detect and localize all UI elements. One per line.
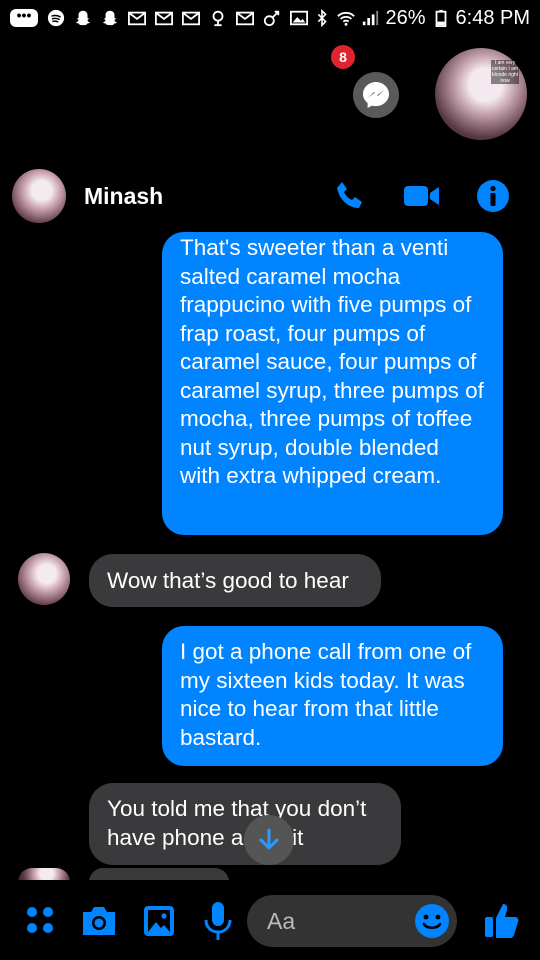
chat-head-caption: I am very certain I am blonde right now xyxy=(491,60,519,84)
bluetooth-icon xyxy=(313,9,331,27)
mail-icon xyxy=(155,9,173,27)
camera-button[interactable] xyxy=(78,900,120,942)
messenger-icon xyxy=(363,82,389,108)
info-button[interactable] xyxy=(476,179,510,213)
snapchat-icon xyxy=(101,9,119,27)
status-bar: ••• 26% 6:48 PM xyxy=(0,0,540,36)
unread-badge: 8 xyxy=(331,45,355,69)
message-bubble-incoming[interactable]: You told me that you don’t have phone a … xyxy=(89,783,401,865)
camera-icon xyxy=(83,907,115,935)
contact-name[interactable]: Minash xyxy=(84,183,163,210)
snapchat-icon xyxy=(74,9,92,27)
four-dots-icon xyxy=(27,907,53,933)
mail-icon xyxy=(236,9,254,27)
signal-icon xyxy=(361,9,379,27)
video-call-button[interactable] xyxy=(402,181,442,211)
header-actions xyxy=(334,179,510,213)
contact-chat-head[interactable]: I am very certain I am blonde right now xyxy=(435,48,527,140)
notification-icons: ••• xyxy=(10,8,308,27)
gmail-icon xyxy=(128,9,146,27)
wifi-icon xyxy=(337,9,356,27)
arrow-down-icon xyxy=(259,828,279,850)
message-text: That's sweeter than a venti salted caram… xyxy=(180,235,484,488)
message-input[interactable] xyxy=(267,907,407,935)
info-icon xyxy=(477,180,509,212)
spotify-icon xyxy=(47,9,65,27)
link-icon xyxy=(263,9,281,27)
more-notifications-icon: ••• xyxy=(10,8,38,27)
messenger-chat-head[interactable] xyxy=(353,72,399,118)
gallery-button[interactable] xyxy=(138,900,180,942)
system-status: 26% 6:48 PM xyxy=(313,7,530,30)
image-icon xyxy=(144,906,174,936)
clock-time: 6:48 PM xyxy=(455,6,530,29)
sender-avatar[interactable] xyxy=(18,553,70,605)
thumbs-up-icon xyxy=(485,904,519,938)
message-text: Wow that’s good to hear xyxy=(107,568,349,593)
message-bubble-outgoing[interactable]: I got a phone call from one of my sixtee… xyxy=(162,626,503,766)
contact-avatar[interactable] xyxy=(12,169,66,223)
mail-icon xyxy=(182,9,200,27)
message-bubble-incoming[interactable]: Wow that’s good to hear xyxy=(89,554,381,607)
phone-icon xyxy=(337,182,362,208)
image-icon xyxy=(290,9,308,27)
conversation-header: Minash xyxy=(0,160,540,232)
smiley-icon xyxy=(415,904,449,938)
microphone-icon xyxy=(204,902,232,940)
message-bubble-outgoing[interactable]: That's sweeter than a venti salted caram… xyxy=(162,232,503,535)
battery-percent: 26% xyxy=(385,6,426,29)
video-camera-icon xyxy=(404,186,439,206)
location-icon xyxy=(209,9,227,27)
voice-message-button[interactable] xyxy=(197,898,239,944)
like-button[interactable] xyxy=(482,898,522,942)
more-options-button[interactable] xyxy=(20,900,60,940)
emoji-button[interactable] xyxy=(413,902,451,940)
message-text: I got a phone call from one of my sixtee… xyxy=(180,639,472,750)
voice-call-button[interactable] xyxy=(334,179,368,213)
battery-icon xyxy=(432,9,450,27)
scroll-to-bottom-button[interactable] xyxy=(244,815,294,865)
